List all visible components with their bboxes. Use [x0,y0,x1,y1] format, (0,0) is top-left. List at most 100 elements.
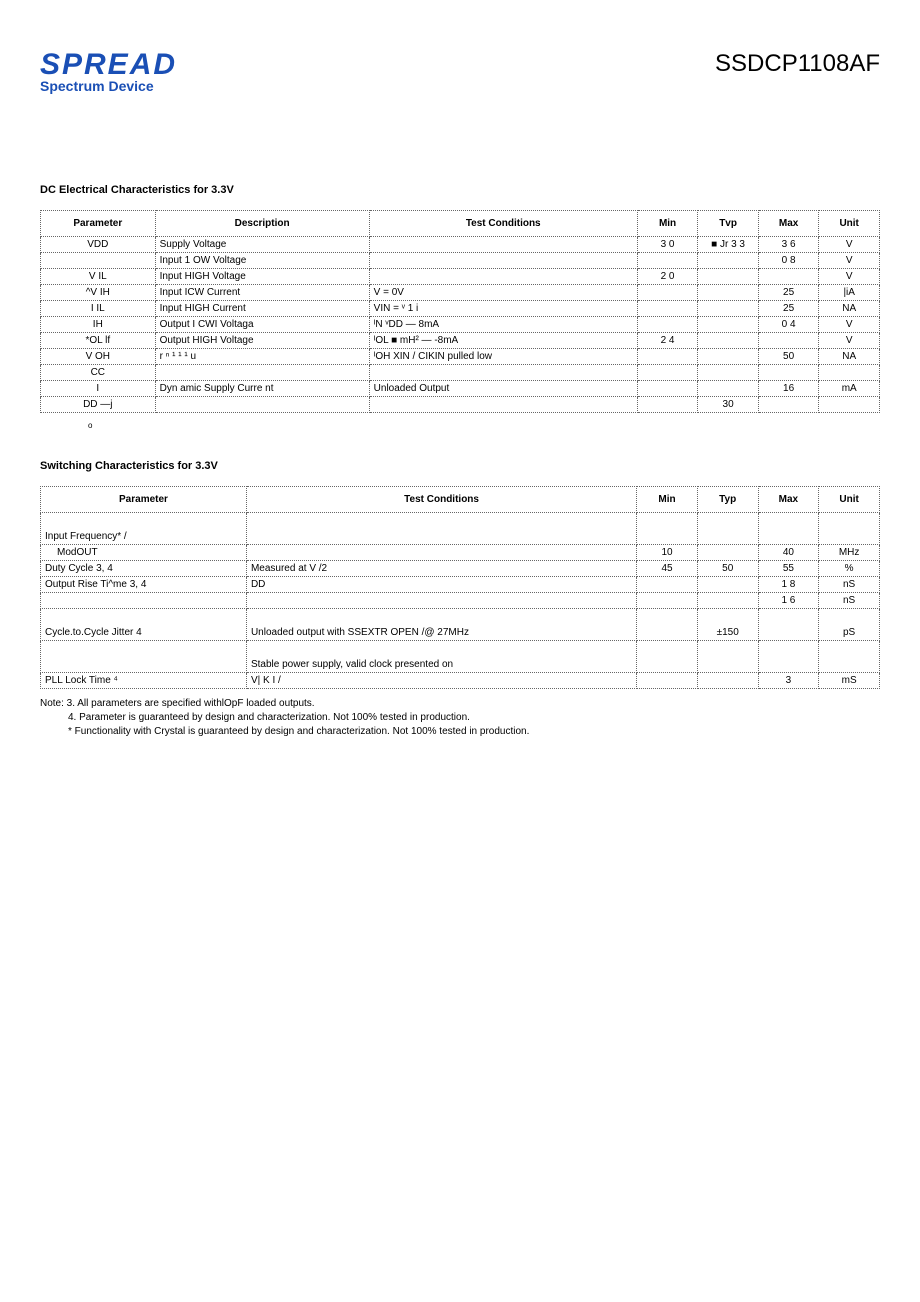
cell-min [637,593,698,609]
cell-desc: r ⁿ ¹ ¹ ¹ u [155,349,369,365]
cell-cond [246,593,636,609]
cell-unit [819,397,880,413]
cell-param: V IL [41,269,156,285]
cell-max: 3 6 [758,237,819,253]
cell-max: 16 [758,381,819,397]
col-typ: Tvp [698,211,759,237]
cell-typ [698,381,759,397]
cell-unit: MHz [819,545,880,561]
cell-max [758,397,819,413]
cell-max [758,365,819,381]
cell-typ [698,317,759,333]
cell-min: 10 [637,545,698,561]
cell-max: 50 [758,349,819,365]
cell-typ [697,641,758,673]
col-typ: Typ [697,487,758,513]
cell-cond: DD [246,577,636,593]
cell-unit: V [819,317,880,333]
table-row: V OHr ⁿ ¹ ¹ ¹ uᴵOH XIN / CIKIN pulled lo… [41,349,880,365]
col-max: Max [758,487,819,513]
cell-max: 1 8 [758,577,819,593]
cell-cond [369,253,637,269]
note-4: 4. Parameter is guaranteed by design and… [40,711,880,725]
cell-typ [697,593,758,609]
cell-unit: pS [819,609,880,641]
cell-unit: NA [819,301,880,317]
cell-max: 3 [758,673,819,689]
cell-min: 3 0 [637,237,698,253]
cell-param: I IL [41,301,156,317]
cell-param: Output Rise Ti^me 3, 4 [41,577,247,593]
cell-unit: V [819,269,880,285]
cell-max: 1 6 [758,593,819,609]
cell-desc: Input ICW Current [155,285,369,301]
cell-param [41,641,247,673]
sw-header-row: Parameter Test Conditions Min Typ Max Un… [41,487,880,513]
dc-footer-param: o [40,421,880,430]
table-row: *OL lfOutput HIGH VoltageᴵOL ■ mH² — -8m… [41,333,880,349]
cell-max [758,513,819,545]
table-row: Output Rise Ti^me 3, 4DD 1 8nS [41,577,880,593]
cell-min [637,317,698,333]
cell-unit: V [819,237,880,253]
logo-block: SPREAD Spectrum Device [40,50,177,94]
cell-unit: NA [819,349,880,365]
cell-cond [246,545,636,561]
cell-min: 2 4 [637,333,698,349]
cell-max: 0 4 [758,317,819,333]
cell-max [758,609,819,641]
cell-cond [369,397,637,413]
cell-unit: nS [819,577,880,593]
cell-cond [369,269,637,285]
cell-param: Input Frequency* / [41,513,247,545]
cell-min [637,397,698,413]
col-parameter: Parameter [41,211,156,237]
table-row: ^V IHInput ICW CurrentV = 0V25|iA [41,285,880,301]
table-row: I ILInput HIGH CurrentVIN = ᵛ 1 i25NA [41,301,880,317]
sw-table: Parameter Test Conditions Min Typ Max Un… [40,486,880,689]
cell-param: Cycle.to.Cycle Jitter 4 [41,609,247,641]
cell-typ [698,365,759,381]
cell-unit: nS [819,593,880,609]
cell-desc: Output HIGH Voltage [155,333,369,349]
cell-min [637,577,698,593]
col-max: Max [758,211,819,237]
cell-min: 45 [637,561,698,577]
col-min: Min [637,487,698,513]
cell-typ: 50 [697,561,758,577]
cell-min [637,365,698,381]
cell-desc [155,365,369,381]
cell-cond: Unloaded output with SSEXTR OPEN /@ 27MH… [246,609,636,641]
cell-param: IH [41,317,156,333]
notes-block: Note: 3. All parameters are specified wi… [40,697,880,739]
cell-typ [697,673,758,689]
cell-param: CC [41,365,156,381]
logo-sub: Spectrum Device [40,78,177,94]
table-row: Input Frequency* / [41,513,880,545]
col-test-conditions: Test Conditions [369,211,637,237]
cell-typ [698,349,759,365]
col-unit: Unit [819,211,880,237]
cell-max: 40 [758,545,819,561]
cell-param [41,253,156,269]
cell-cond: Unloaded Output [369,381,637,397]
cell-max [758,333,819,349]
cell-max: 25 [758,301,819,317]
table-row: Duty Cycle 3, 4Measured at V /2455055% [41,561,880,577]
col-min: Min [637,211,698,237]
cell-unit: V [819,253,880,269]
col-parameter: Parameter [41,487,247,513]
cell-typ [698,253,759,269]
dc-header-row: Parameter Description Test Conditions Mi… [41,211,880,237]
cell-min [637,349,698,365]
cell-min [637,673,698,689]
cell-cond: VIN = ᵛ 1 i [369,301,637,317]
cell-unit: |iA [819,285,880,301]
cell-min [637,285,698,301]
cell-cond [369,237,637,253]
cell-desc: Input 1 OW Voltage [155,253,369,269]
cell-param: *OL lf [41,333,156,349]
part-number: SSDCP1108AF [715,50,880,78]
cell-cond: V| K I / [246,673,636,689]
table-row: IDyn amic Supply Curre ntUnloaded Output… [41,381,880,397]
